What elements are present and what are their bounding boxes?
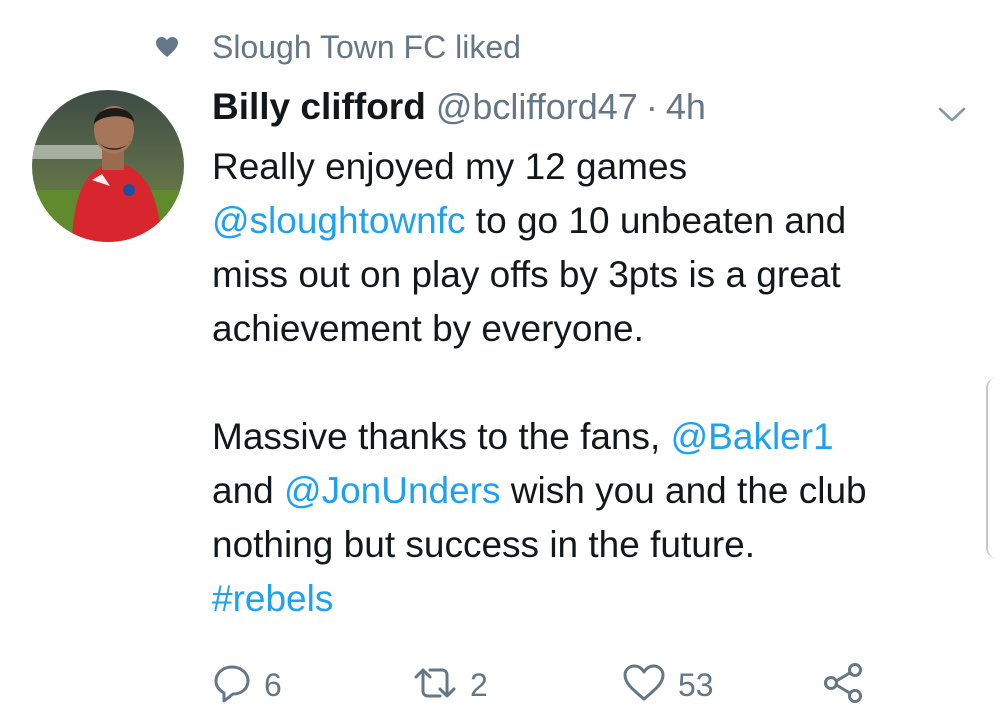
tweet-line: Massive thanks to the fans, @Bakler1: [212, 410, 972, 464]
tweet-text: Really enjoyed my 12 games @sloughtownfc…: [212, 140, 972, 626]
retweet-count: 2: [470, 666, 488, 703]
user-handle[interactable]: @bclifford47: [436, 86, 638, 128]
like-button[interactable]: 53: [622, 655, 714, 715]
tweet-line-text: wish you and the club: [500, 470, 867, 511]
social-context-text: Slough Town FC liked: [212, 28, 521, 65]
timestamp[interactable]: 4h: [666, 86, 706, 128]
tweet-line-text: to go 10 unbeaten and: [465, 200, 847, 241]
tweet-line-text: Massive thanks to the fans,: [212, 416, 671, 457]
tweet-line: achievement by everyone.: [212, 308, 644, 349]
tweet-actions: 6 2 53: [212, 655, 872, 715]
tweet-line: miss out on play offs by 3pts is a great: [212, 254, 841, 295]
tweet-line: and @JonUnders wish you and the club: [212, 464, 972, 518]
social-context[interactable]: Slough Town FC liked: [152, 24, 521, 70]
heart-outline-icon: [622, 663, 666, 708]
tweet-line: Really enjoyed my 12 games: [212, 146, 688, 187]
tweet-header: Billy clifford @bclifford47 · 4h: [212, 86, 706, 136]
scrollbar[interactable]: [986, 378, 1000, 558]
mention-link[interactable]: @sloughtownfc: [212, 200, 466, 241]
reply-count: 6: [264, 666, 282, 703]
heart-icon: [152, 32, 182, 62]
reply-button[interactable]: 6: [212, 655, 282, 715]
reply-icon: [212, 663, 252, 708]
retweet-button[interactable]: 2: [412, 655, 488, 715]
share-icon: [822, 662, 864, 708]
mention-link[interactable]: @Bakler1: [671, 416, 834, 457]
tweet-line-text: and: [212, 470, 285, 511]
separator-dot: ·: [645, 86, 658, 127]
hashtag-link[interactable]: #rebels: [212, 572, 972, 626]
tweet-line: @sloughtownfc to go 10 unbeaten and: [212, 194, 972, 248]
like-count: 53: [678, 666, 714, 703]
mention-link[interactable]: @JonUnders: [284, 470, 501, 511]
display-name[interactable]: Billy clifford: [212, 86, 426, 128]
chevron-down-icon[interactable]: [932, 100, 972, 130]
avatar[interactable]: [32, 90, 184, 242]
share-button[interactable]: [822, 655, 864, 715]
tweet-line: nothing but success in the future.: [212, 524, 756, 565]
retweet-icon: [412, 665, 458, 706]
